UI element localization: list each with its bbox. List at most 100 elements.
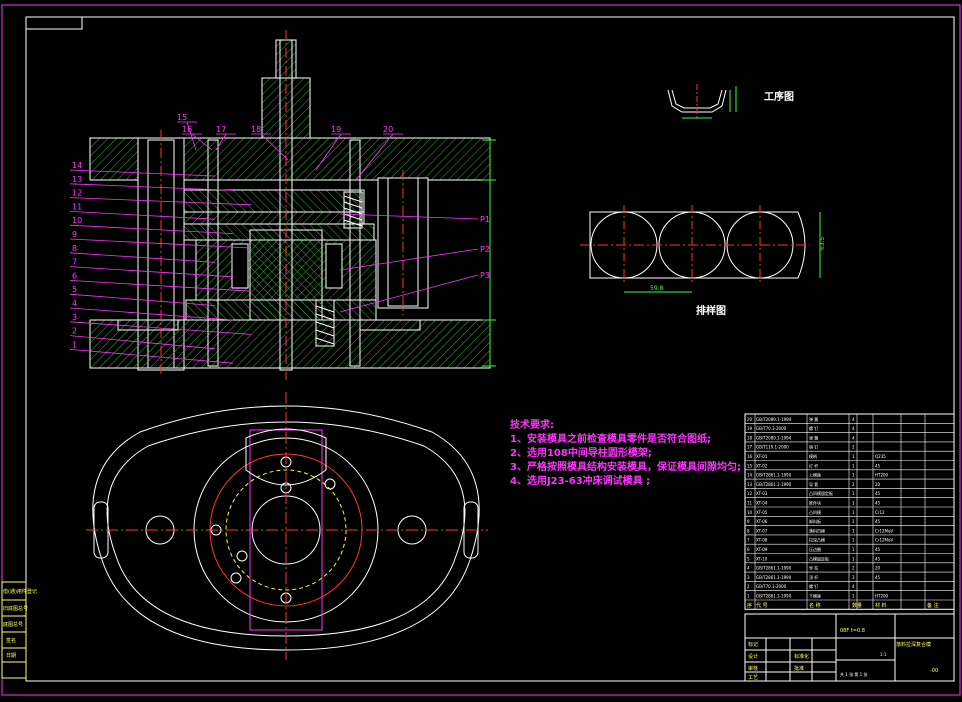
bom-cell-name: 上模座 <box>809 472 821 478</box>
bom-cell-no: 4 <box>747 566 750 571</box>
requirement-4: 4、选用J23-63冲床调试模具 ; <box>510 474 650 487</box>
bom-cell-qty: 1 <box>852 463 855 468</box>
bom-cell-mat: 45 <box>875 463 881 468</box>
requirement-2: 2、选用108中间导柱圆形模架; <box>510 446 652 459</box>
bom-cell-name: 凸模固定板 <box>809 555 829 561</box>
bom-cell-qty: 4 <box>852 584 855 589</box>
bom-cell-no: 7 <box>747 538 750 543</box>
bom-header-mat: 材 料 <box>875 602 887 609</box>
bom-cell-no: 2 <box>747 584 750 589</box>
bom-header-qty: 数量 <box>852 602 862 609</box>
bom-cell-mat: HT200 <box>875 594 889 599</box>
bom-cell-mat: 45 <box>875 556 881 561</box>
bom-cell-no: 9 <box>747 519 750 524</box>
bom-cell-name: 弹 簧 <box>809 416 818 422</box>
bom-cell-code: GB/T2861.1-1990 <box>756 473 792 478</box>
bom-cell-code: XT-05 <box>756 510 768 515</box>
bom-cell-no: 10 <box>747 510 753 515</box>
bom-cell-qty: 1 <box>852 538 855 543</box>
bom-cell-name: 模柄 <box>809 453 817 459</box>
tb-role-standard: 标准化 <box>794 653 809 660</box>
bom-frame <box>744 413 955 610</box>
part-number-top: 19 <box>331 125 341 134</box>
bom-cell-qty: 2 <box>852 445 855 450</box>
part-number-left: 14 <box>72 161 82 170</box>
requirements-title: 技术要求: <box>510 418 554 431</box>
bom-cell-name: 打 杆 <box>809 462 818 468</box>
bom-cell-name: 螺 钉 <box>809 583 818 589</box>
bom-cell-code: XT-04 <box>756 501 768 506</box>
bom-cell-mat: 45 <box>875 491 881 496</box>
bom-cell-qty: 1 <box>852 491 855 496</box>
bom-cell-code: XT-07 <box>756 528 768 533</box>
bom-cell-mat: Cr12MoV <box>875 538 893 543</box>
bom-cell-name: 落料凹模 <box>809 527 825 533</box>
bom-cell-code: GB/T2861.1-1990 <box>756 575 792 580</box>
bom-cell-name: 导 套 <box>809 481 818 487</box>
bom-cell-qty: 1 <box>852 510 855 515</box>
bom-cell-code: GB/T2861.1-1990 <box>756 482 792 487</box>
bom-cell-code: GB/T2089.1-1994 <box>756 417 792 422</box>
bom-cell-name: 凸凹模 <box>809 509 821 515</box>
part-number-left: 7 <box>72 258 77 267</box>
bom-cell-code: XT-03 <box>756 491 768 496</box>
bom-cell-no: 1 <box>747 594 750 599</box>
bom-cell-no: 3 <box>747 575 750 580</box>
bom-cell-code: GB/T2861.1-1990 <box>756 566 792 571</box>
bom-cell-mat: Q235 <box>875 454 886 459</box>
cad-drawing-canvas: 1413121110987654321 1516 17 18 19 20 P1P2P3 … <box>1 4 961 696</box>
bom-cell-qty: 1 <box>852 473 855 478</box>
corner-code-box <box>25 16 83 30</box>
side-register-3: 底图总号 <box>3 621 23 628</box>
part-number-left: 6 <box>72 271 77 280</box>
material-spec: 08F t=0.8 <box>840 628 865 634</box>
part-label-right: P3 <box>480 271 490 280</box>
scale: 1:1 <box>880 652 887 657</box>
blank-view-label: 排样图 <box>696 304 726 317</box>
bom-cell-mat: 45 <box>875 501 881 506</box>
bom-cell-qty: 1 <box>852 454 855 459</box>
bom-cell-code: XT-02 <box>756 463 768 468</box>
process-part-view <box>667 84 737 119</box>
side-register-2: 旧底图总号 <box>3 605 28 612</box>
part-number-left: 9 <box>72 230 77 239</box>
tb-row-mark: 标记 <box>748 641 758 648</box>
part-number-top: 20 <box>383 125 393 134</box>
part-label-right: P1 <box>480 215 490 224</box>
bom-cell-mat: Cr12 <box>875 510 885 515</box>
bom-cell-no: 15 <box>747 463 753 468</box>
bom-cell-name: 螺 钉 <box>809 425 818 431</box>
part-number-left: 10 <box>72 216 82 225</box>
part-number-top: 16 <box>182 125 192 134</box>
bom-header-no: 序 <box>747 602 752 609</box>
bom-cell-name: 下模座 <box>809 593 821 599</box>
side-register-1: 借(通)用件登记 <box>3 588 37 595</box>
bom-cell-name: 顶 杆 <box>809 574 818 580</box>
part-number-top: 18 <box>251 125 261 134</box>
bom-cell-code: GB/T2861.1-1990 <box>756 594 792 599</box>
bom-table: 20 GB/T2089.1-1994 弹 簧 4 1 9 GB/T70.1-2000 螺 钉 4… <box>744 413 955 610</box>
bom-cell-qty: 2 <box>852 482 855 487</box>
bom-cell-no: 6 <box>747 547 750 552</box>
bom-cell-code: XT-09 <box>756 547 768 552</box>
bom-cell-no: 18 <box>747 435 753 440</box>
bom-cell-mat: 20 <box>875 566 881 571</box>
bom-cell-qty: 1 <box>852 501 855 506</box>
part-number-left: 5 <box>72 285 77 294</box>
bom-header-note: 备 注 <box>927 602 939 609</box>
bom-cell-qty: 1 <box>852 547 855 552</box>
bom-cell-qty: 3 <box>852 575 855 580</box>
bom-cell-mat: Cr12MoV <box>875 528 893 533</box>
requirement-1: 1、安装模具之前检查模具零件是否符合图纸; <box>510 432 711 445</box>
bom-cell-name: 拉深凸模 <box>809 537 825 543</box>
bom-cell-code: GB/T70.1-2000 <box>756 584 787 589</box>
part-number-left: 1 <box>72 340 77 349</box>
bom-cell-mat: 45 <box>875 547 881 552</box>
bom-cell-qty: 4 <box>852 435 855 440</box>
sheet-count: 共 1 张 第 1 张 <box>840 671 867 677</box>
bom-cell-no: 5 <box>747 556 750 561</box>
blank-pitch-dim: 59.8 <box>650 285 664 292</box>
bom-cell-qty: 2 <box>852 566 855 571</box>
bom-cell-no: 13 <box>747 482 753 487</box>
part-number-left: 2 <box>72 327 77 336</box>
